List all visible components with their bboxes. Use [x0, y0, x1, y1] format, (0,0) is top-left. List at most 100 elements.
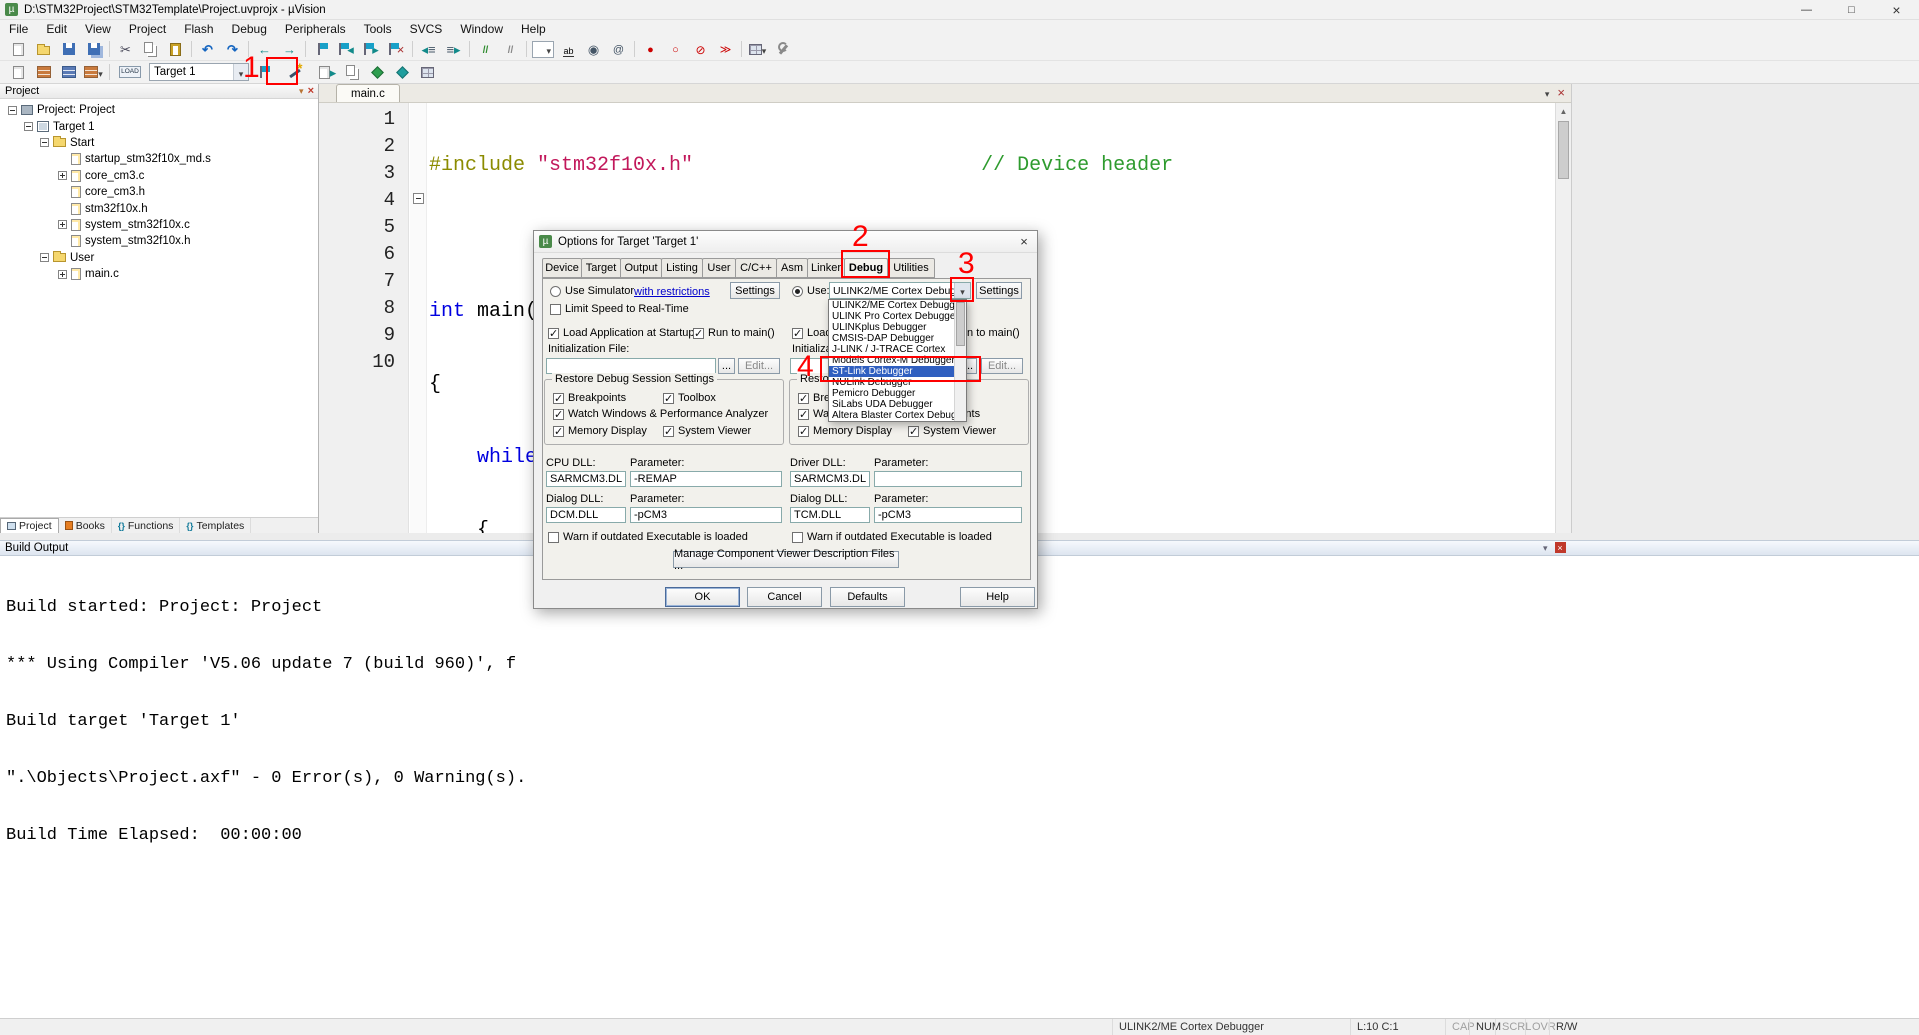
tab-close-icon[interactable] [1557, 86, 1565, 99]
kill-breakpoints-icon[interactable] [690, 40, 711, 59]
tree-item-core-cm3-h[interactable]: core_cm3.h [0, 184, 318, 200]
new-file-icon[interactable] [8, 40, 29, 59]
sim-system-viewer-checkbox[interactable]: System Viewer [663, 425, 751, 437]
menu-flash[interactable]: Flash [175, 21, 222, 37]
tree-item-startup-s[interactable]: startup_stm32f10x_md.s [0, 151, 318, 167]
minimize-button[interactable] [1784, 0, 1829, 19]
menu-edit[interactable]: Edit [37, 21, 76, 37]
dropdown-item[interactable]: SiLabs UDA Debugger [829, 399, 966, 410]
close-button[interactable] [1874, 0, 1919, 19]
tab-project[interactable]: Project [0, 518, 59, 533]
with-restrictions-link[interactable]: with restrictions [634, 286, 710, 298]
file-extensions-icon[interactable] [317, 63, 338, 82]
comment-selection-icon[interactable] [475, 40, 496, 59]
sim-edit-button[interactable]: Edit... [738, 358, 780, 374]
paste-icon[interactable] [165, 40, 186, 59]
navigate-forward-icon[interactable] [279, 40, 300, 59]
tree-item-system-c[interactable]: system_stm32f10x.c [0, 217, 318, 233]
hw-warn-outdated-checkbox[interactable]: Warn if outdated Executable is loaded [792, 531, 992, 543]
sim-init-file-input[interactable] [546, 358, 716, 374]
pin-icon[interactable] [299, 85, 304, 97]
redo-icon[interactable] [222, 40, 243, 59]
scrollbar-thumb[interactable] [956, 302, 965, 346]
dropdown-item[interactable]: J-LINK / J-TRACE Cortex [829, 344, 966, 355]
bookmark-clear-all-icon[interactable] [386, 40, 407, 59]
indent-icon[interactable] [443, 40, 464, 59]
incremental-find-icon[interactable] [608, 40, 629, 59]
find-text-combo[interactable] [532, 41, 554, 58]
tab-listing[interactable]: Listing [661, 258, 703, 278]
batch-build-icon[interactable] [83, 63, 104, 82]
sim-dialog-parameter-input[interactable] [630, 507, 782, 523]
scroll-up-icon[interactable] [1556, 103, 1571, 119]
sim-warn-outdated-checkbox[interactable]: Warn if outdated Executable is loaded [548, 531, 748, 543]
dropdown-item[interactable]: ULINKplus Debugger [829, 322, 966, 333]
cpu-dll-input[interactable] [546, 471, 626, 487]
tree-item-target-1[interactable]: Target 1 [0, 118, 318, 134]
driver-parameter-input[interactable] [874, 471, 1022, 487]
defaults-button[interactable]: Defaults [830, 587, 905, 607]
cut-icon[interactable] [115, 40, 136, 59]
collapse-icon[interactable] [24, 122, 33, 131]
tab-functions[interactable]: Functions [112, 518, 181, 533]
dropdown-item[interactable]: ULINK2/ME Cortex Debugger [829, 300, 966, 311]
simulator-settings-button[interactable]: Settings [730, 282, 780, 299]
dropdown-item[interactable]: CMSIS-DAP Debugger [829, 333, 966, 344]
uncomment-selection-icon[interactable] [500, 40, 521, 59]
debug-windows-icon[interactable] [747, 40, 768, 59]
sim-toolbox-checkbox[interactable]: Toolbox [663, 392, 716, 404]
panel-close-icon[interactable] [1555, 542, 1566, 553]
sim-run-to-main-checkbox[interactable]: Run to main() [693, 327, 775, 339]
copy-icon[interactable] [140, 40, 161, 59]
tab-target[interactable]: Target [581, 258, 621, 278]
fold-collapse-icon[interactable] [413, 193, 424, 204]
cpu-parameter-input[interactable] [630, 471, 782, 487]
insert-breakpoint-icon[interactable] [640, 40, 661, 59]
manage-component-viewer-button[interactable]: Manage Component Viewer Description File… [673, 551, 899, 568]
bookmark-toggle-icon[interactable] [311, 40, 332, 59]
dropdown-item[interactable]: Pemicro Debugger [829, 388, 966, 399]
panel-close-icon[interactable] [308, 85, 314, 97]
limit-speed-checkbox[interactable]: Limit Speed to Real-Time [550, 303, 689, 315]
bookmark-previous-icon[interactable] [336, 40, 357, 59]
expand-icon[interactable] [58, 220, 67, 229]
dropdown-item[interactable]: Altera Blaster Cortex Debugger [829, 410, 966, 421]
pack-installer-icon[interactable] [392, 63, 413, 82]
help-button[interactable]: Help [960, 587, 1035, 607]
tab-templates[interactable]: Templates [180, 518, 251, 533]
bookmark-next-icon[interactable] [361, 40, 382, 59]
collapse-icon[interactable] [8, 106, 17, 115]
tab-list-icon[interactable] [1545, 86, 1550, 99]
sim-browse-button[interactable]: ... [718, 358, 735, 374]
find-icon[interactable] [558, 40, 579, 59]
target-select-combo[interactable]: Target 1 [149, 63, 249, 81]
sim-memory-display-checkbox[interactable]: Memory Display [553, 425, 647, 437]
sim-watch-windows-checkbox[interactable]: Watch Windows & Performance Analyzer [553, 408, 768, 420]
rebuild-icon[interactable] [58, 63, 79, 82]
editor-scrollbar[interactable] [1555, 103, 1571, 533]
menu-project[interactable]: Project [120, 21, 175, 37]
save-icon[interactable] [58, 40, 79, 59]
tab-user[interactable]: User [702, 258, 736, 278]
hw-edit-button[interactable]: Edit... [981, 358, 1023, 374]
manage-rte-icon[interactable] [367, 63, 388, 82]
dialog-close-icon[interactable] [1016, 234, 1032, 249]
menu-view[interactable]: View [76, 21, 120, 37]
tab-output[interactable]: Output [620, 258, 662, 278]
download-to-flash-icon[interactable]: LOAD [115, 63, 145, 82]
dropdown-item[interactable]: ULINK Pro Cortex Debugger [829, 311, 966, 322]
enable-breakpoints-icon[interactable] [715, 40, 736, 59]
collapse-icon[interactable] [40, 138, 49, 147]
tree-item-core-cm3-c[interactable]: core_cm3.c [0, 168, 318, 184]
ok-button[interactable]: OK [665, 587, 740, 607]
expand-icon[interactable] [58, 270, 67, 279]
undo-icon[interactable] [197, 40, 218, 59]
scrollbar-thumb[interactable] [1558, 121, 1569, 179]
pin-icon[interactable] [1543, 542, 1548, 554]
collapse-icon[interactable] [40, 253, 49, 262]
sim-dialog-dll-input[interactable] [546, 507, 626, 523]
menu-svcs[interactable]: SVCS [401, 21, 452, 37]
tab-device[interactable]: Device [542, 258, 582, 278]
tab-books[interactable]: Books [59, 518, 112, 533]
menu-tools[interactable]: Tools [355, 21, 401, 37]
